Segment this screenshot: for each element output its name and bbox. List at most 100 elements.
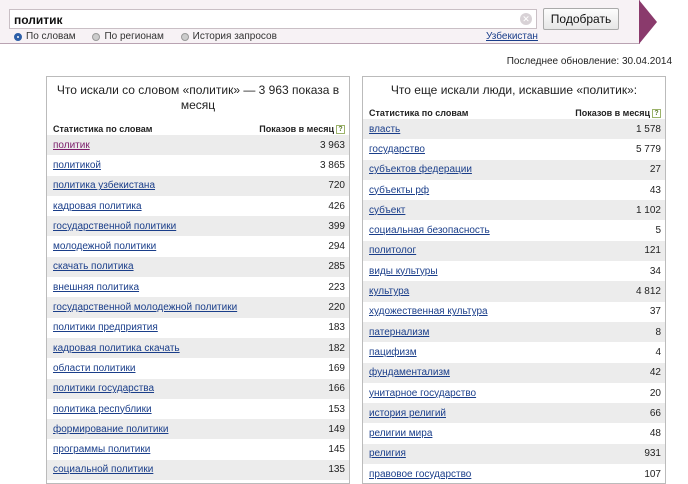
mode-history[interactable]: История запросов	[180, 31, 277, 42]
table-row: формирование политики 149	[47, 419, 349, 440]
keyword-link[interactable]: культура	[369, 286, 409, 297]
keyword-link[interactable]: пацифизм	[369, 347, 417, 358]
keyword-link[interactable]: политики предприятия	[53, 322, 158, 333]
table-row: внешняя политика 223	[47, 277, 349, 297]
keyword-link[interactable]: государство	[369, 144, 425, 155]
keyword-link[interactable]: программы политики	[53, 444, 150, 455]
search-bar: ✕ Подобрать По словам По регионам Истори…	[0, 0, 657, 44]
shows-count: 8	[655, 326, 661, 338]
keyword-link[interactable]: субъекты рф	[369, 185, 429, 196]
mode-label: По регионам	[104, 31, 164, 42]
keyword-link[interactable]: фундаментализм	[369, 367, 450, 378]
keyword-link[interactable]: политолог	[369, 245, 416, 256]
table-row: правовое государство 107	[363, 464, 665, 483]
shows-count: 34	[649, 265, 661, 277]
keyword-link[interactable]: религия	[369, 448, 406, 459]
shows-count: 220	[328, 302, 345, 314]
shows-count: 294	[328, 241, 345, 253]
radio-selected-icon	[14, 32, 22, 41]
shows-count: 182	[328, 342, 345, 354]
keyword-link[interactable]: внешняя политика	[53, 282, 139, 293]
shows-count: 4 812	[635, 286, 661, 298]
shows-count: 5	[655, 225, 661, 237]
submit-button[interactable]: Подобрать	[543, 8, 619, 30]
shows-count: 48	[649, 428, 661, 440]
keyword-link[interactable]: государственной политики	[53, 221, 176, 232]
col-stats-label: Статистика по словам	[369, 108, 469, 118]
clear-icon[interactable]: ✕	[520, 13, 532, 25]
left-panel: Что искали со словом «политик» — 3 963 п…	[46, 76, 350, 484]
keyword-link[interactable]: субъектов федерации	[369, 164, 472, 175]
keyword-link[interactable]: социальная безопасность	[369, 225, 490, 236]
keyword-link[interactable]: субъект	[369, 205, 405, 216]
shows-count: 399	[328, 220, 345, 232]
keyword-link[interactable]: государственной молодежной политики	[53, 302, 237, 313]
table-row: религии мира 48	[363, 423, 665, 443]
table-row: политикой 3 865	[47, 155, 349, 175]
shows-count: 145	[328, 444, 345, 456]
keyword-link[interactable]: формирование политики	[53, 424, 168, 435]
table-row: социальной политики 135	[47, 459, 349, 481]
table-row: субъекты рф 43	[363, 180, 665, 200]
keyword-link[interactable]: политика республики	[53, 404, 152, 415]
search-input[interactable]	[9, 9, 537, 29]
help-icon[interactable]: ?	[652, 109, 661, 119]
keyword-link[interactable]: правовое государство	[369, 469, 471, 480]
keyword-link[interactable]: скачать политика	[53, 261, 134, 272]
keyword-link[interactable]: молодежной политики	[53, 241, 156, 252]
keyword-link[interactable]: виды культуры	[369, 266, 438, 277]
radio-icon	[92, 32, 101, 41]
keyword-link[interactable]: религии мира	[369, 428, 432, 439]
region-link[interactable]: Узбекистан	[486, 31, 538, 42]
keyword-link[interactable]: художественная культура	[369, 306, 488, 317]
mode-by-regions[interactable]: По регионам	[92, 31, 164, 42]
table-row: политика узбекистана 720	[47, 175, 349, 196]
mode-by-words[interactable]: По словам	[14, 31, 76, 42]
mode-label: История запросов	[192, 31, 277, 42]
keyword-link[interactable]: политикой	[53, 160, 101, 171]
keyword-link[interactable]: унитарное государство	[369, 388, 476, 399]
table-row: субъект 1 102	[363, 200, 665, 221]
keyword-link[interactable]: социальной политики	[53, 464, 153, 475]
shows-count: 42	[649, 367, 661, 379]
keyword-link[interactable]: власть	[369, 124, 400, 135]
table-row: социальная безопасность 5	[363, 220, 665, 240]
shows-count: 931	[644, 448, 661, 460]
shows-count: 20	[649, 387, 661, 399]
shows-count: 66	[649, 407, 661, 419]
table-row: политики государства 166	[47, 378, 349, 399]
table-row: скачать политика 285	[47, 256, 349, 278]
keyword-link[interactable]: области политики	[53, 363, 136, 374]
shows-count: 43	[649, 184, 661, 196]
keyword-link[interactable]: история религий	[369, 408, 446, 419]
col-shows-label: Показов в месяц	[575, 107, 650, 118]
help-icon[interactable]: ?	[336, 125, 345, 135]
shows-count: 37	[649, 306, 661, 318]
last-update: Последнее обновление: 30.04.2014	[506, 56, 672, 67]
keyword-link[interactable]: кадровая политика	[53, 201, 142, 212]
table-row: пацифизм 4	[363, 342, 665, 362]
shows-count: 5 779	[635, 143, 661, 155]
table-row: политика республики 153	[47, 399, 349, 419]
table-row: политик 3 963	[47, 135, 349, 156]
shows-count: 107	[644, 468, 661, 480]
table-row: области политики 169	[47, 358, 349, 378]
table-row: виды культуры 34	[363, 261, 665, 281]
keyword-link[interactable]: патернализм	[369, 327, 429, 338]
shows-count: 169	[328, 362, 345, 374]
table-row: унитарное государство 20	[363, 383, 665, 403]
shows-count: 1 102	[635, 204, 661, 216]
right-panel: Что еще искали люди, искавшие «политик»:…	[362, 76, 666, 484]
col-shows-label: Показов в месяц	[259, 123, 334, 134]
table-row: политики предприятия 183	[47, 318, 349, 338]
shows-count: 3 963	[319, 139, 345, 151]
keyword-link[interactable]: политики государства	[53, 383, 154, 394]
shows-count: 135	[328, 464, 345, 476]
shows-count: 285	[328, 261, 345, 273]
left-table: политик 3 963 политикой 3 865 политика узбек…	[47, 135, 349, 481]
keyword-link[interactable]: кадровая политика скачать	[53, 343, 180, 354]
keyword-link[interactable]: политик	[53, 140, 90, 151]
shows-count: 183	[328, 322, 345, 334]
keyword-link[interactable]: политика узбекистана	[53, 180, 155, 191]
table-row: государственной политики 399	[47, 216, 349, 237]
